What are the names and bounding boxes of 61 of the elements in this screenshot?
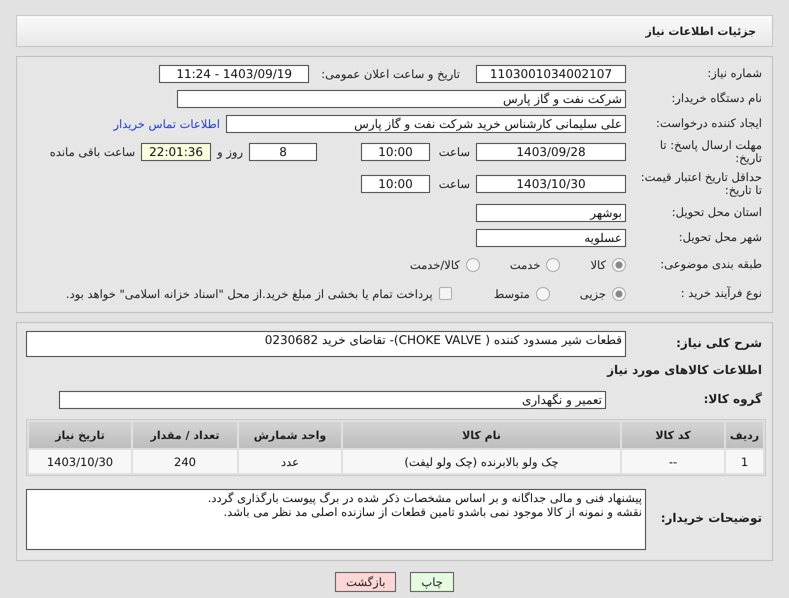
print-button[interactable]: چاپ	[410, 572, 454, 592]
section-title: اطلاعات کالاهای مورد نیاز	[606, 364, 762, 378]
field-label: مهلت ارسال پاسخ: تا تاریخ:	[658, 138, 762, 166]
checkbox[interactable]	[438, 287, 452, 300]
column-header: ردیف	[726, 422, 763, 448]
goods-group-field: تعمیر و نگهداری	[59, 391, 606, 409]
back-button[interactable]: بازگشت	[335, 572, 396, 592]
buyer-contact-link[interactable]: اطلاعات تماس خریدار	[113, 116, 220, 130]
table-cell: 1403/10/30	[29, 450, 131, 473]
remaining-time-field: 22:01:36	[141, 143, 212, 161]
column-header: تاریخ نیاز	[29, 422, 131, 448]
table-cell: 240	[133, 450, 237, 473]
field-label: نام دستگاه خریدار:	[670, 92, 762, 106]
radio-button[interactable]	[546, 258, 560, 272]
field-label: ساعت	[438, 177, 470, 191]
days-field: 8	[249, 143, 317, 161]
column-header: کد کالا	[622, 422, 724, 448]
option-label: خدمت	[510, 258, 540, 272]
column-header: نام کالا	[343, 422, 620, 448]
field-label: نوع فرآیند خرید :	[680, 286, 762, 300]
column-header: تعداد / مقدار	[133, 422, 237, 448]
requester-field: علی سلیمانی کارشناس خرید شرکت نفت و گاز پارس	[226, 114, 626, 132]
radio-button[interactable]	[536, 286, 550, 300]
checkbox-label: پرداخت تمام یا بخشی از مبلغ خرید.از محل "اسناد خزانه اسلامی" خواهد بود.	[66, 286, 433, 300]
table-cell: چک ولو بالابرنده (چک ولو لیفت)	[343, 450, 620, 473]
buyer-field: شرکت نفت و گاز پارس	[177, 90, 626, 108]
deadline-time-field: 10:00	[361, 143, 430, 161]
field-label: طبقه بندی موضوعی:	[659, 258, 762, 272]
field-label: حداقل تاریخ اعتبار قیمت: تا تاریخ:	[640, 170, 762, 198]
validity-date-field: 1403/10/30	[476, 175, 626, 193]
option-label: متوسط	[494, 286, 530, 300]
validity-time-field: 10:00	[361, 175, 430, 193]
announce-date-field: 1403/09/19 - 11:24	[159, 64, 310, 82]
field-label: تاریخ و ساعت اعلان عمومی:	[321, 66, 460, 80]
column-header: واحد شمارش	[239, 422, 341, 448]
table-cell: 1	[726, 450, 763, 473]
city-field: عسلویه	[476, 228, 626, 246]
field-label: ساعت باقی مانده	[50, 145, 136, 159]
table-cell: --	[622, 450, 724, 473]
deadline-date-field: 1403/09/28	[476, 143, 626, 161]
field-label: ساعت	[438, 145, 470, 159]
field-label: ایجاد کننده درخواست:	[655, 116, 762, 130]
radio-button[interactable]	[612, 258, 626, 272]
field-label: توضیحات خریدار:	[660, 512, 762, 526]
field-label: شماره نیاز:	[706, 66, 762, 80]
province-field: بوشهر	[476, 204, 626, 222]
description-field: قطعات شیر مسدود کننده ( CHOKE VALVE)- تقاضای خرید 0230682	[26, 331, 626, 357]
field-label: گروه کالا:	[702, 393, 762, 407]
need-number-field: 1103001034002107	[476, 64, 626, 82]
field-label: شرح کلی نیاز:	[675, 337, 762, 351]
field-label: شهر محل تحویل:	[678, 230, 762, 244]
option-label: جزیی	[580, 286, 606, 300]
buyer-notes-field: پیشنهاد فنی و مالی جداگانه و بر اساس مشخصات ذکر شده در برگ پیوست بارگذاری گردد. نقشه و نمونه از کالا موجود نمی باشدو تامین قطعات از سازنده اصلی مد نظر می باشد.	[26, 488, 646, 550]
option-label: کالا/خدمت	[410, 258, 460, 272]
table-cell: عدد	[239, 450, 341, 473]
page-title: جزئیات اطلاعات نیاز	[646, 24, 756, 38]
field-label: روز و	[217, 145, 243, 159]
radio-button[interactable]	[466, 258, 480, 272]
radio-button[interactable]	[612, 286, 626, 300]
option-label: کالا	[590, 258, 606, 272]
field-label: استان محل تحویل:	[670, 206, 762, 220]
